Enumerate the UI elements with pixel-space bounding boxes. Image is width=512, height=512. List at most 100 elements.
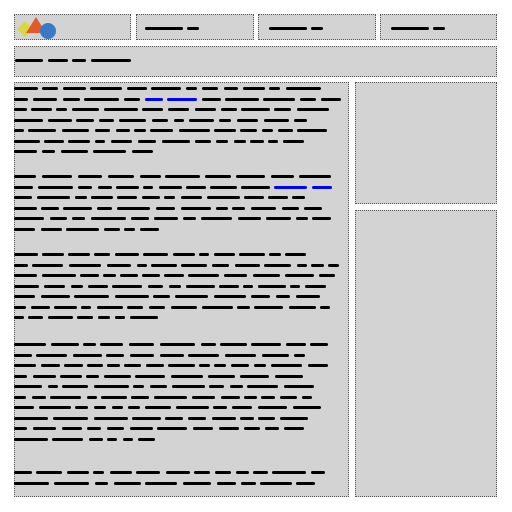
- text-line-word: [68, 139, 90, 143]
- text-line-word: [80, 274, 99, 277]
- text-line-word: [188, 353, 219, 357]
- text-line-word: [213, 406, 227, 409]
- text-line-word: [195, 108, 216, 111]
- text-line-word: [188, 274, 219, 277]
- text-line-word: [88, 284, 108, 288]
- text-line-word: [51, 343, 79, 346]
- nav-item-3[interactable]: [380, 14, 497, 40]
- text-line-word: [214, 364, 226, 367]
- text-line-word: [254, 364, 266, 367]
- text-line-word: [282, 206, 299, 210]
- logo-box[interactable]: [14, 14, 131, 40]
- text-line-word: [217, 481, 236, 485]
- text-line-word: [251, 295, 270, 298]
- text-line-word: [297, 129, 327, 132]
- text-line-word: [181, 206, 211, 210]
- text-line-word: [120, 274, 138, 277]
- text-line-word: [328, 263, 339, 267]
- nav-item-2[interactable]: [258, 14, 376, 40]
- text-line-word: [266, 217, 291, 220]
- text-line-word: [37, 196, 70, 199]
- inline-link[interactable]: [274, 185, 307, 189]
- text-line-word: [14, 305, 26, 309]
- text-line-word: [235, 263, 260, 267]
- nav-item-1[interactable]: [136, 14, 254, 40]
- text-line-word: [145, 481, 177, 485]
- inline-link[interactable]: [312, 185, 332, 189]
- text-line-word: [14, 263, 28, 267]
- text-line-word: [143, 253, 168, 256]
- text-line-word: [209, 385, 224, 388]
- text-line-word: [33, 374, 56, 378]
- text-line-word: [258, 284, 286, 288]
- page-title-word-4: [91, 59, 131, 62]
- text-line-word: [176, 406, 209, 409]
- text-line-word: [300, 97, 316, 101]
- text-line-word: [14, 118, 43, 122]
- text-line-word: [114, 481, 141, 485]
- text-line-word: [63, 87, 86, 90]
- text-line-word: [202, 97, 221, 101]
- text-line-word: [294, 353, 305, 357]
- text-line-word: [214, 295, 246, 298]
- text-line-word: [154, 395, 187, 399]
- text-line-word: [251, 206, 276, 210]
- text-line-word: [14, 427, 27, 430]
- text-line-word: [244, 427, 260, 430]
- page-header: [14, 46, 497, 77]
- text-line-word: [320, 305, 330, 309]
- text-line-word: [33, 97, 57, 101]
- text-line-word: [297, 263, 307, 267]
- text-line-word: [143, 185, 153, 189]
- text-line-word: [253, 274, 280, 277]
- text-line-word: [145, 406, 171, 409]
- text-line-word: [44, 139, 64, 143]
- text-line-word: [14, 196, 32, 199]
- text-line-word: [62, 129, 89, 132]
- text-line-word: [195, 139, 211, 143]
- text-line-word: [91, 217, 126, 220]
- text-line-word: [169, 284, 181, 288]
- text-line-word: [202, 305, 233, 309]
- text-line-word: [134, 129, 146, 132]
- text-line-word: [183, 481, 211, 485]
- text-line-word: [166, 471, 190, 474]
- text-line-word: [271, 364, 302, 367]
- text-line-word: [212, 263, 229, 267]
- text-line-word: [44, 284, 65, 288]
- text-line-word: [50, 217, 67, 220]
- text-line-word: [269, 253, 281, 256]
- text-line-word: [193, 427, 213, 430]
- text-line-word: [263, 97, 295, 101]
- text-line-word: [181, 263, 207, 267]
- text-line-word: [225, 353, 256, 357]
- inline-link[interactable]: [167, 97, 197, 101]
- text-line-word: [220, 343, 247, 346]
- text-line-word: [71, 284, 83, 288]
- text-line-word: [112, 284, 142, 288]
- text-line-word: [112, 406, 123, 409]
- text-line-word: [243, 284, 253, 288]
- nav-item-1-label-2: [187, 27, 199, 30]
- text-line-word: [14, 97, 28, 101]
- text-line-word: [14, 87, 38, 90]
- text-line-word: [48, 316, 73, 319]
- text-line-word: [312, 217, 331, 220]
- text-line-word: [76, 118, 94, 122]
- text-line-word: [95, 129, 110, 132]
- text-line-word: [272, 471, 306, 474]
- text-line-word: [42, 253, 64, 256]
- text-line-word: [302, 395, 312, 399]
- text-line-word: [253, 471, 268, 474]
- text-line-word: [149, 305, 165, 309]
- text-line-word: [14, 395, 26, 399]
- text-line-word: [107, 437, 117, 441]
- text-line-word: [230, 385, 243, 388]
- text-line-word: [14, 185, 33, 189]
- text-line-word: [268, 139, 278, 143]
- inline-link[interactable]: [145, 97, 163, 101]
- text-line-word: [189, 118, 214, 122]
- text-line-word: [68, 253, 90, 256]
- text-line-word: [69, 263, 101, 267]
- text-line-word: [243, 87, 265, 90]
